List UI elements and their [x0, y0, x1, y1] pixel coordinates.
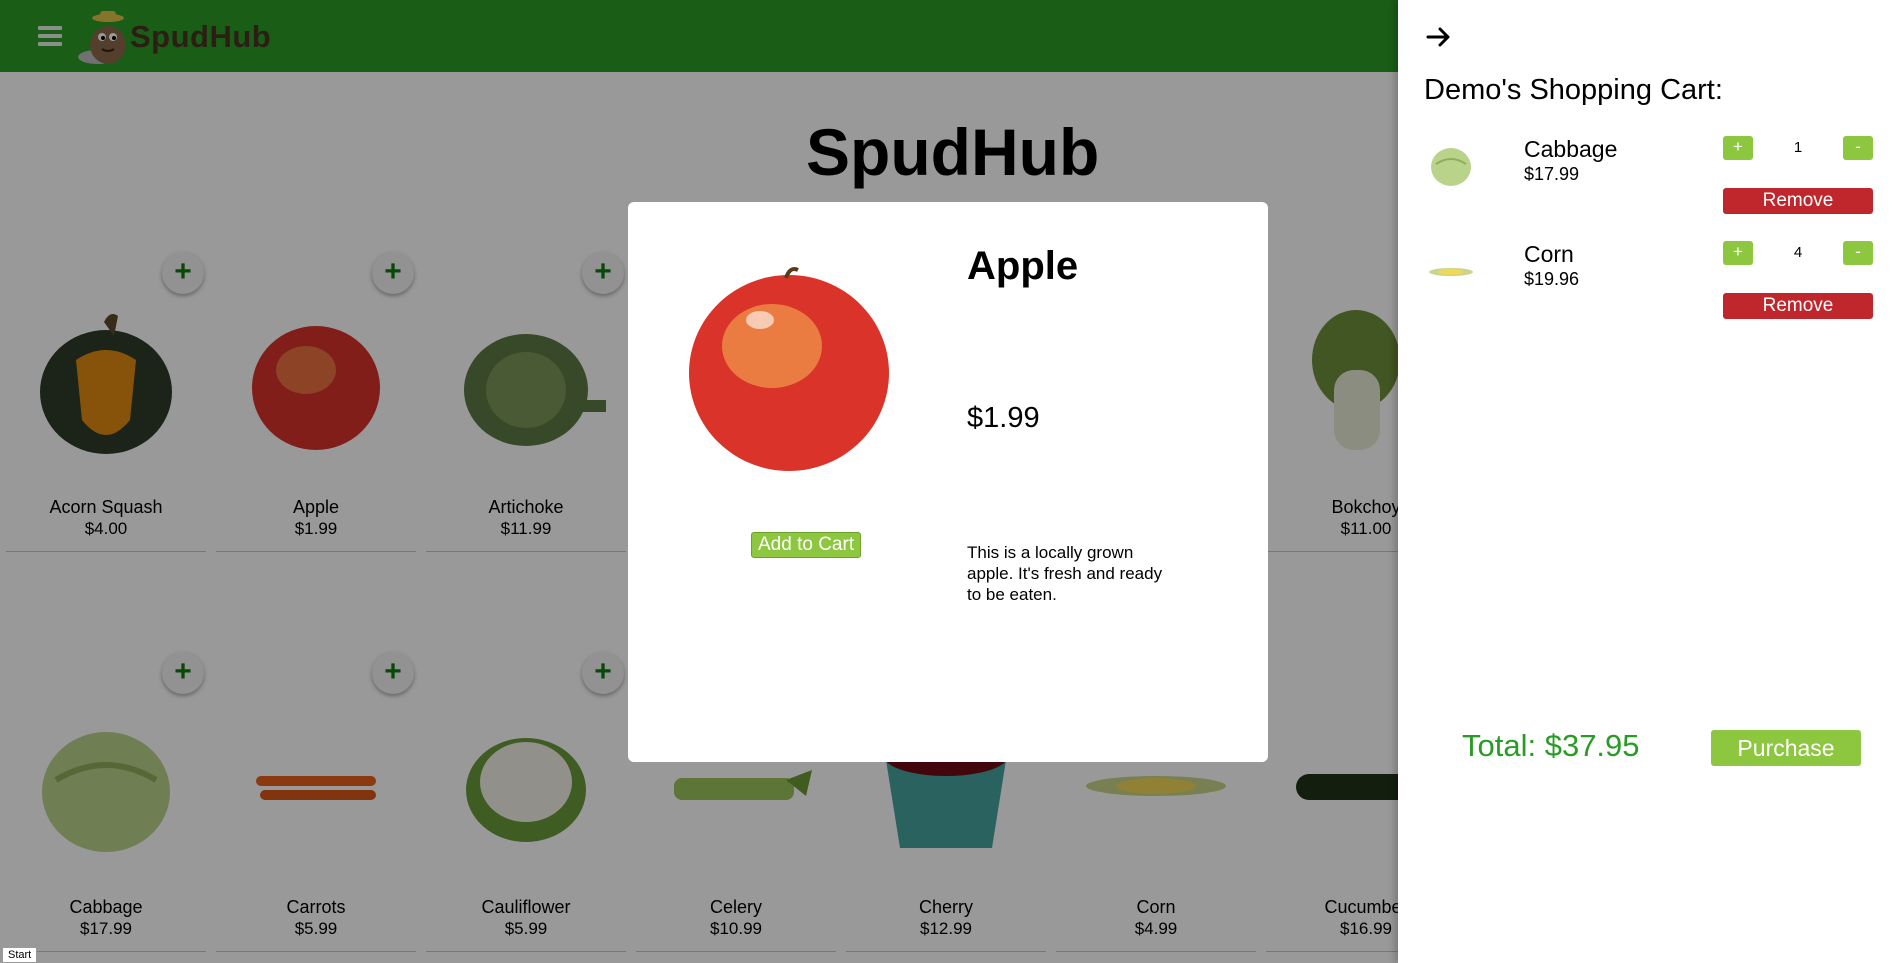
cart-item-price: $19.96	[1524, 269, 1580, 289]
increase-quantity-button[interactable]: +	[1723, 136, 1753, 160]
modal-product-title: Apple	[967, 244, 1079, 288]
product-detail-modal: Apple $1.99 Add to Cart This is a locall…	[628, 202, 1268, 762]
quantity-value: 4	[1793, 244, 1803, 261]
cart-total: Total: $37.95	[1462, 728, 1640, 763]
modal-product-description: This is a locally grown apple. It's fres…	[967, 543, 1163, 604]
cart-item-corn: Corn $19.96 + 4 - Remove	[1398, 241, 1893, 341]
app-root: SpudHub SpudHub + Acorn Squash $4.00 + A…	[0, 0, 1893, 963]
start-label: Start	[2, 947, 38, 963]
modal-product-price: $1.99	[967, 402, 1040, 434]
apple-detail-image	[689, 267, 889, 471]
cart-item-name: Corn	[1524, 241, 1574, 267]
shopping-cart-panel: Demo's Shopping Cart: Cabbage $17.99 + 1…	[1398, 0, 1893, 963]
cart-item-price: $17.99	[1524, 164, 1580, 184]
decrease-quantity-button[interactable]: -	[1843, 241, 1873, 265]
quantity-value: 1	[1793, 139, 1803, 156]
decrease-quantity-button[interactable]: -	[1843, 136, 1873, 160]
cart-title: Demo's Shopping Cart:	[1424, 74, 1723, 106]
modal-add-to-cart-button[interactable]: Add to Cart	[751, 532, 862, 558]
increase-quantity-button[interactable]: +	[1723, 241, 1753, 265]
cabbage-thumbnail	[1431, 148, 1471, 186]
purchase-button[interactable]: Purchase	[1711, 730, 1861, 766]
cart-item-cabbage: Cabbage $17.99 + 1 - Remove	[1398, 136, 1893, 236]
corn-thumbnail	[1429, 268, 1473, 276]
remove-item-button[interactable]: Remove	[1723, 188, 1873, 214]
arrow-right-icon[interactable]	[1424, 22, 1454, 52]
cart-item-name: Cabbage	[1524, 136, 1618, 162]
remove-item-button[interactable]: Remove	[1723, 293, 1873, 319]
